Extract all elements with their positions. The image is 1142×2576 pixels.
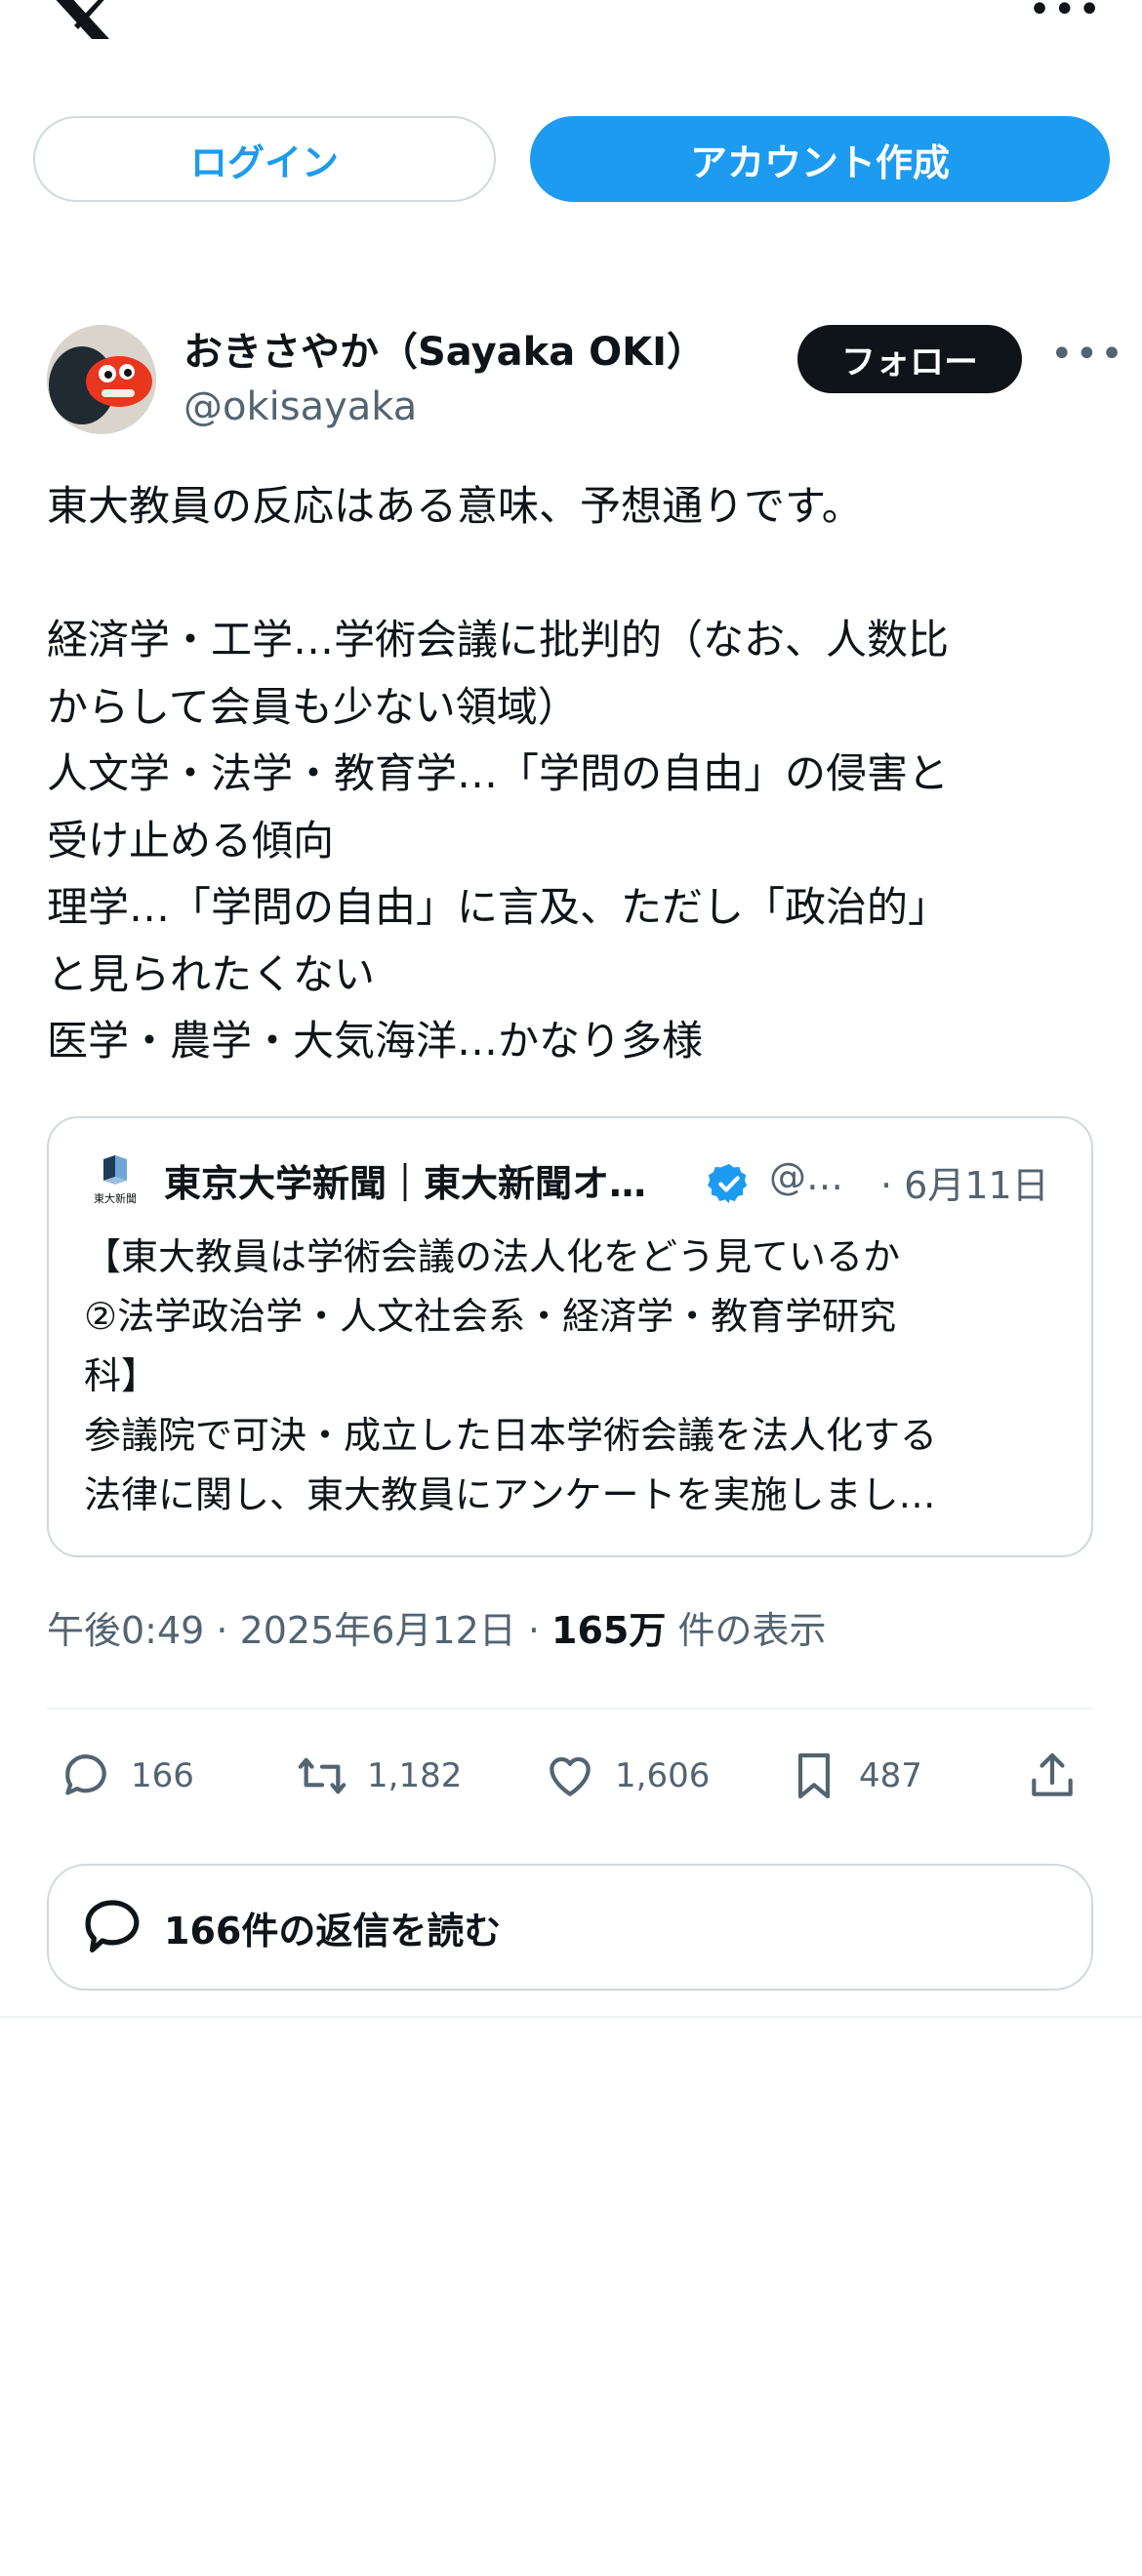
post-text-line: 医学・農学・大気海洋…かなり多様 xyxy=(47,1017,704,1065)
verified-badge-icon xyxy=(707,1163,748,1204)
quoted-post-date: · 6月11日 xyxy=(880,1164,1049,1207)
repost-count: 1,182 xyxy=(367,1756,463,1795)
post-text-line: 理学…「学問の自由」に言及、ただし「政治的」 xyxy=(47,883,950,931)
divider xyxy=(47,1708,1093,1710)
read-replies-label: 166件の返信を読む xyxy=(164,1909,502,1952)
bookmark-count: 487 xyxy=(859,1756,922,1795)
bookmark-button[interactable]: 487 xyxy=(787,1742,922,1810)
read-replies-button[interactable]: 166件の返信を読む xyxy=(47,1864,1093,1991)
bookmark-icon xyxy=(797,1752,831,1799)
share-icon xyxy=(1032,1752,1073,1796)
view-count-label: 件の表示 xyxy=(666,1609,827,1652)
follow-button[interactable]: フォロー xyxy=(797,325,1022,393)
author-name[interactable]: おきさやか（Sayaka OKI） xyxy=(184,320,706,377)
login-button[interactable]: ログイン xyxy=(33,116,496,202)
heart-icon xyxy=(550,1756,591,1796)
post-text-line: 東大教員の反応はある意味、予想通りです。 xyxy=(47,482,863,530)
quoted-text-line: 参議院で可決・成立した日本学術会議を法人化する xyxy=(84,1414,938,1457)
post-meta: 午後0:49 · 2025年6月12日 · 165万 件の表示 xyxy=(47,1600,826,1654)
post-timestamp[interactable]: 午後0:49 · 2025年6月12日 · xyxy=(47,1609,551,1652)
like-count: 1,606 xyxy=(615,1756,711,1795)
post-text-line: 人文学・法学・教育学…「学問の自由」の侵害と xyxy=(47,749,950,797)
divider xyxy=(0,2016,1142,2018)
share-button[interactable] xyxy=(1025,1742,1080,1810)
quoted-text-line: 法律に関し、東大教員にアンケートを実施しまし… xyxy=(84,1473,936,1516)
repost-icon xyxy=(298,1757,347,1794)
repost-button[interactable]: 1,182 xyxy=(295,1742,462,1810)
quoted-text-line: 【東大教員は学術会議の法人化をどう見ているか xyxy=(84,1235,901,1278)
post-more-icon[interactable]: ••• xyxy=(1050,335,1125,374)
reply-icon xyxy=(65,1754,106,1795)
reply-bubble-icon xyxy=(85,1900,140,1952)
avatar[interactable] xyxy=(47,325,156,434)
post-text-line: と見られたくない xyxy=(47,949,376,998)
post-text-line: 経済学・工学…学術会議に批判的（なお、人数比 xyxy=(47,616,950,664)
quoted-post-text: 【東大教員は学術会議の法人化をどう見ているか ②法学政治学・人文社会系・経済学・… xyxy=(84,1228,1060,1525)
more-menu-icon[interactable]: ••• xyxy=(1028,0,1103,29)
post-text-line xyxy=(47,541,1121,608)
reply-count: 166 xyxy=(131,1756,194,1795)
logo-caption: 東大新聞 xyxy=(94,1191,137,1205)
post-text-line: 受け止める傾向 xyxy=(47,816,335,865)
quoted-author-name: 東京大学新聞｜東大新聞オ… xyxy=(164,1162,647,1205)
like-button[interactable]: 1,606 xyxy=(543,1742,710,1810)
quoted-text-line: 科】 xyxy=(84,1354,159,1397)
quoted-author-handle: @… xyxy=(769,1155,843,1198)
author-handle[interactable]: @okisayaka xyxy=(184,384,417,429)
reply-button[interactable]: 166 xyxy=(59,1742,194,1810)
post-text-line: からして会員も少ない領域） xyxy=(47,682,579,731)
view-count: 165万 xyxy=(551,1609,667,1652)
todai-shimbun-logo-icon: 東大新聞 xyxy=(94,1155,137,1205)
create-account-button[interactable]: アカウント作成 xyxy=(530,116,1110,202)
x-logo-icon[interactable] xyxy=(49,0,111,39)
post-text: 東大教員の反応はある意味、予想通りです。 経済学・工学…学術会議に批判的（なお、… xyxy=(47,473,1121,1075)
quoted-post-card[interactable]: 東大新聞 東京大学新聞｜東大新聞オ… @… · 6月11日 【東大教員は学術会議… xyxy=(47,1116,1093,1557)
quoted-text-line: ②法学政治学・人文社会系・経済学・教育学研究 xyxy=(84,1295,897,1338)
